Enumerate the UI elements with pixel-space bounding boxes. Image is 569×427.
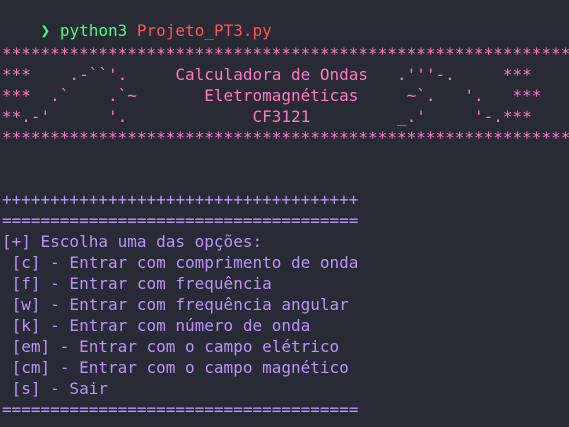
menu-option-c: [c] - Entrar com comprimento de onda xyxy=(2,253,359,272)
menu-heading: [+] Escolha uma das opções: xyxy=(2,232,263,251)
menu-plus-border: +++++++++++++++++++++++++++++++++++++ xyxy=(2,190,359,209)
menu-equals-border-bottom: ===================================== xyxy=(2,400,359,419)
menu-option-f: [f] - Entrar com frequência xyxy=(2,274,272,293)
menu-equals-border-top: ===================================== xyxy=(2,211,359,230)
menu-option-s: [s] - Sair xyxy=(2,379,108,398)
menu-option-w: [w] - Entrar com frequência angular xyxy=(2,295,349,314)
banner-line-1: *** .-``'. Calculadora de Ondas .'''-. *… xyxy=(2,65,532,84)
terminal-window[interactable]: ❯ python3 Projeto_PT3.py ***************… xyxy=(0,0,569,427)
banner-border-bottom: ****************************************… xyxy=(2,128,569,147)
prompt-line: ❯ python3 Projeto_PT3.py xyxy=(2,0,272,40)
prompt-argument: Projeto_PT3.py xyxy=(136,20,272,40)
banner-line-3: **.-' '. CF3121 _.' '-.*** xyxy=(2,107,532,126)
chevron-right-icon: ❯ xyxy=(40,20,51,40)
banner-line-2: *** .` .`~ Eletromagnéticas ~`. '. *** xyxy=(2,86,542,105)
banner-border-top: ****************************************… xyxy=(2,44,569,63)
menu-option-cm: [cm] - Entrar com o campo magnético xyxy=(2,358,349,377)
menu-option-em: [em] - Entrar com o campo elétrico xyxy=(2,337,340,356)
prompt-command: python3 xyxy=(59,20,128,40)
menu-option-k: [k] - Entrar com número de onda xyxy=(2,316,311,335)
